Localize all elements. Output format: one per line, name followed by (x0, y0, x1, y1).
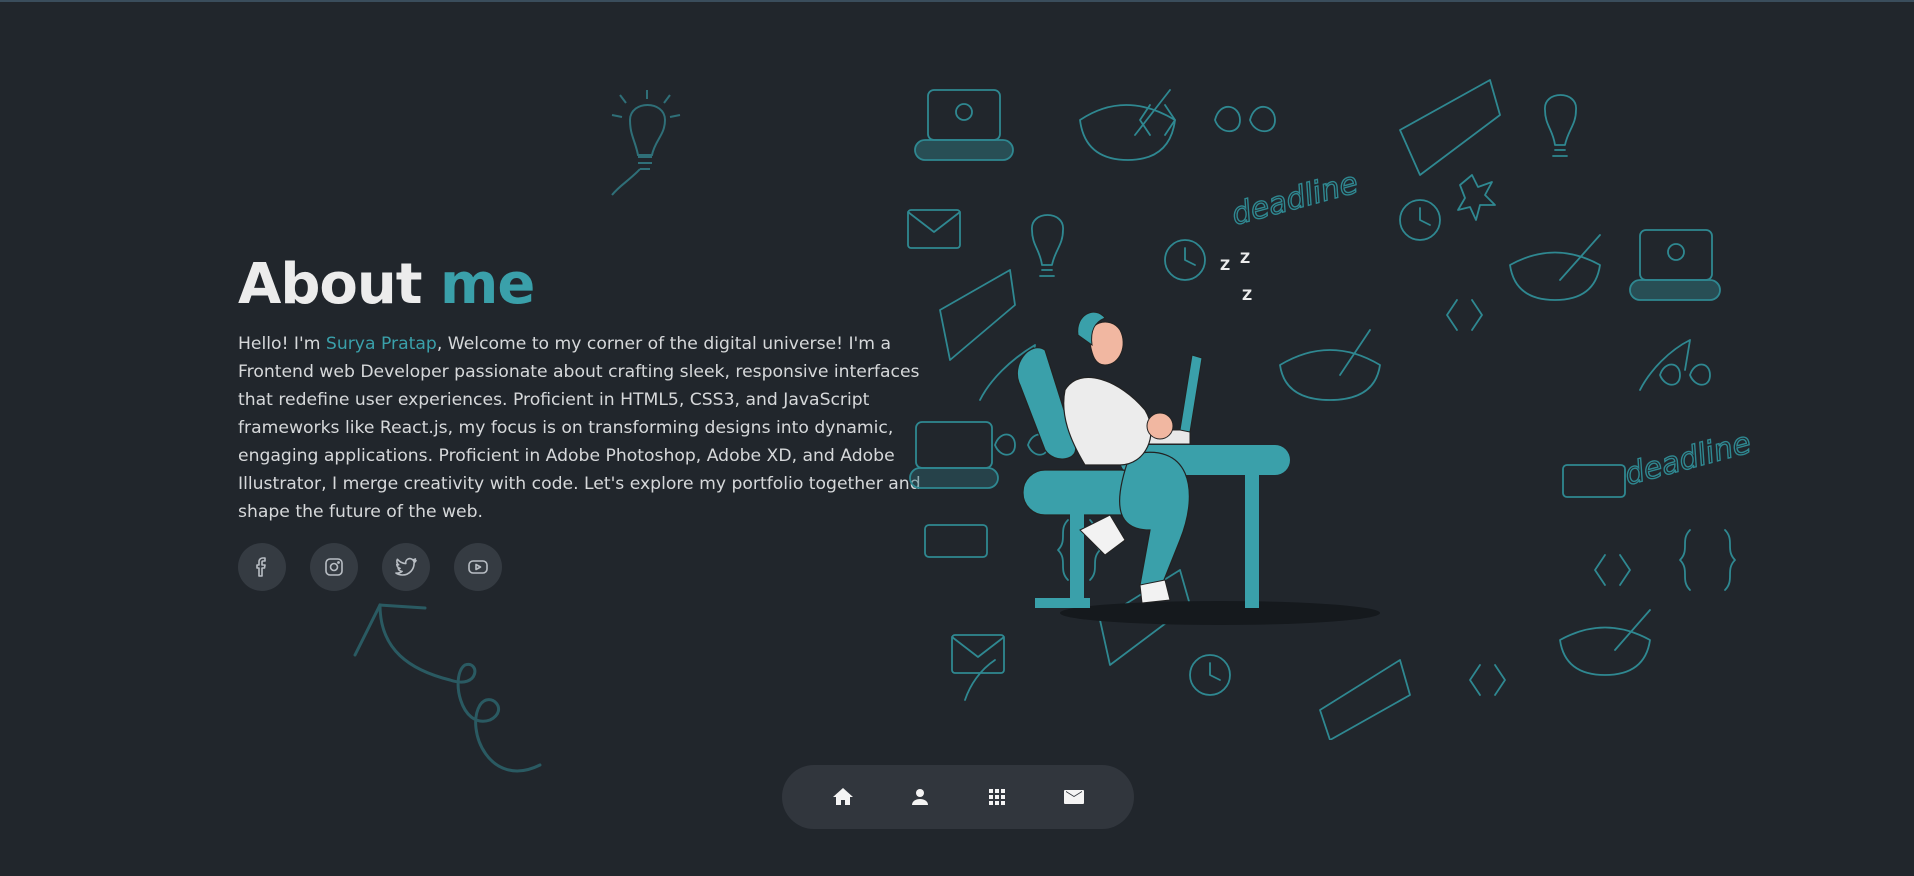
keyboard-doodle (924, 524, 988, 558)
keyboard-doodle (1562, 464, 1626, 498)
bottom-navbar (782, 765, 1134, 829)
bio-text: , Welcome to my corner of the digital un… (238, 334, 921, 522)
youtube-button[interactable] (454, 543, 502, 591)
sleep-z: Z (1220, 258, 1230, 274)
deadline-doodles: deadline deadline (1227, 165, 1755, 494)
title-main: About (238, 252, 423, 317)
deadline-word: deadline (1621, 426, 1755, 493)
lightbulb-doodle (1544, 94, 1577, 146)
facebook-button[interactable] (238, 543, 286, 591)
about-section: About me Hello! I'm Surya Pratap, Welcom… (238, 250, 938, 526)
envelope-doodle (951, 634, 1005, 674)
bowl-doodle (1559, 626, 1651, 676)
home-icon (832, 788, 853, 805)
nav-about-button[interactable] (900, 777, 940, 817)
nav-projects-button[interactable] (977, 777, 1017, 817)
sleep-z: Z (1240, 251, 1250, 267)
top-border (0, 0, 1914, 2)
glasses-doodle (1214, 105, 1276, 133)
twitter-button[interactable] (382, 543, 430, 591)
sleeping-developer (1016, 311, 1380, 625)
bowl-doodle (1509, 251, 1601, 301)
bowl-doodle (1079, 104, 1176, 161)
developer-illustration: deadline deadline Z Z Z (907, 79, 1755, 740)
deadline-word: deadline (1228, 166, 1362, 233)
lightbulb-doodle (611, 90, 681, 196)
bio-prefix: Hello! I'm (238, 334, 326, 354)
author-name: Surya Pratap (325, 334, 437, 354)
social-links (238, 543, 502, 591)
star-doodle (1457, 174, 1496, 221)
bio-paragraph: Hello! I'm Surya Pratap, Welcome to my c… (238, 330, 933, 526)
code-brackets-doodle (1139, 104, 1176, 136)
keyboard-doodle (1399, 79, 1501, 176)
grid-icon (988, 789, 1005, 805)
nav-home-button[interactable] (823, 777, 863, 817)
twitter-icon (395, 557, 417, 576)
laptop-doodle (927, 89, 1001, 141)
facebook-icon (256, 557, 266, 577)
title-accent: me (440, 252, 535, 317)
user-icon (911, 789, 928, 805)
laptop-doodle (915, 421, 993, 469)
bowl-doodle (1279, 349, 1381, 401)
youtube-icon (468, 560, 488, 574)
nav-contact-button[interactable] (1054, 777, 1094, 817)
mail-icon (1063, 790, 1084, 804)
instagram-icon (325, 558, 343, 576)
sleep-zs: Z Z Z (1220, 251, 1252, 304)
keyboard-doodle (939, 269, 1016, 361)
page-title: About me (238, 250, 938, 320)
keyboard-doodle (1319, 659, 1411, 740)
sleep-z: Z (1242, 288, 1252, 304)
envelope-doodle (907, 209, 961, 249)
arrow-doodle (353, 603, 542, 773)
lightbulb-doodle (1031, 214, 1064, 266)
instagram-button[interactable] (310, 543, 358, 591)
laptop-doodle (1639, 229, 1713, 281)
